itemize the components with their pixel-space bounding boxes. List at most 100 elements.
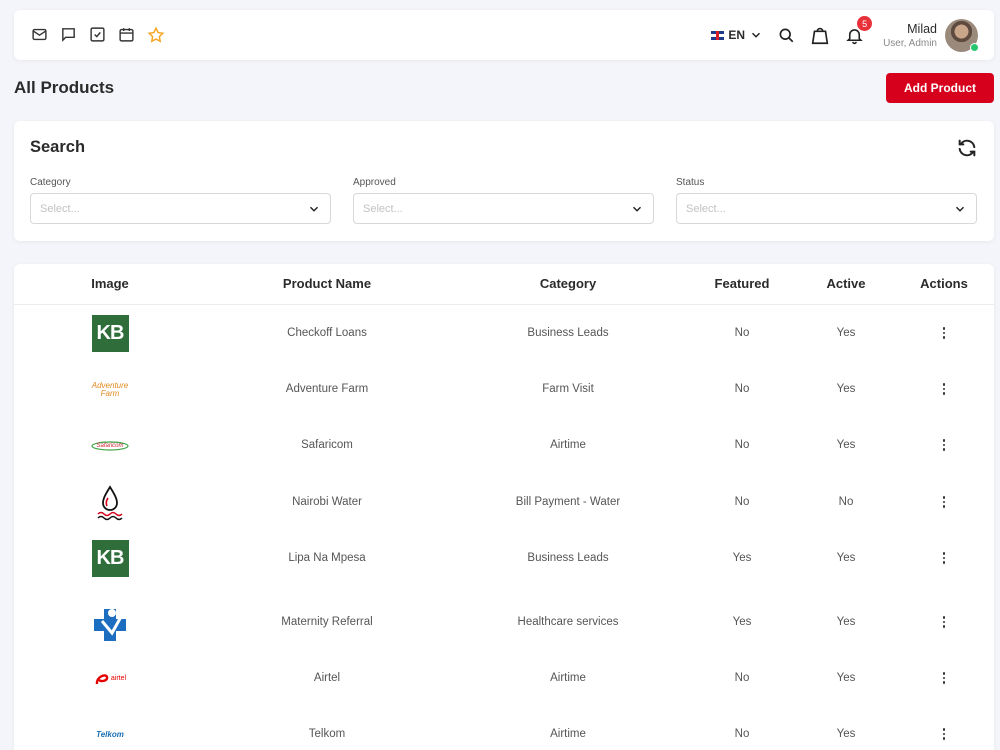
category-filter: Category Select... — [30, 177, 331, 224]
product-featured: No — [734, 439, 750, 451]
airtel-logo: airtel — [90, 660, 130, 697]
medical-cross-icon — [94, 608, 126, 641]
product-category: Airtime — [550, 672, 586, 684]
water-drop-icon — [97, 484, 123, 520]
bookmark-shortcuts — [30, 25, 165, 44]
more-vertical-icon[interactable] — [936, 666, 952, 690]
user-role: User, Admin — [883, 37, 937, 49]
kb-logo-text: KB — [91, 315, 129, 352]
approved-select[interactable]: Select... — [353, 193, 654, 224]
page-title: All Products — [14, 78, 115, 97]
more-vertical-icon[interactable] — [936, 433, 952, 457]
header-actions: Actions — [920, 276, 968, 291]
table-row[interactable]: KB Lipa Na Mpesa Business Leads Yes Yes — [14, 530, 994, 586]
online-status-dot — [970, 42, 979, 52]
star-icon[interactable] — [146, 25, 165, 44]
table-row[interactable]: Telkom Telkom Airtime No Yes — [14, 706, 994, 750]
product-featured: No — [734, 728, 750, 740]
table-row[interactable]: Adventure Farm Adventure Farm Farm Visit… — [14, 361, 994, 417]
approved-filter: Approved Select... — [353, 177, 654, 224]
product-active: Yes — [836, 383, 856, 395]
category-filter-label: Category — [30, 177, 71, 188]
more-vertical-icon[interactable] — [936, 546, 952, 570]
mail-icon[interactable] — [30, 25, 49, 44]
notification-bell-icon[interactable]: 5 — [843, 16, 873, 46]
language-label: EN — [728, 28, 746, 42]
medical-cross-logo — [90, 604, 130, 641]
notification-badge: 5 — [857, 16, 873, 31]
adventure-farm-logo: Adventure Farm — [90, 371, 130, 408]
calendar-icon[interactable] — [117, 25, 136, 44]
product-name: Lipa Na Mpesa — [288, 552, 366, 564]
telkom-logo: Telkom — [90, 716, 130, 750]
product-name: Adventure Farm — [285, 383, 369, 395]
table-row[interactable]: Maternity Referral Healthcare services Y… — [14, 594, 994, 650]
approved-filter-label: Approved — [353, 177, 396, 188]
safaricom-logo: Safaricom — [90, 427, 130, 464]
table-row[interactable]: Safaricom Safaricom Airtime No Yes — [14, 417, 994, 473]
status-filter-label: Status — [676, 177, 705, 188]
water-drop-logo — [90, 484, 130, 521]
search-icon[interactable] — [775, 24, 797, 46]
header-image: Image — [91, 276, 129, 291]
table-row[interactable]: KB Checkoff Loans Business Leads No Yes — [14, 305, 994, 361]
chevron-down-icon — [632, 206, 642, 212]
chevron-down-icon — [309, 206, 319, 212]
product-category: Healthcare services — [517, 616, 619, 628]
safaricom-logo-text: Safaricom — [96, 442, 124, 449]
product-category: Business Leads — [527, 327, 609, 339]
product-featured: No — [734, 672, 750, 684]
product-active: Yes — [836, 616, 856, 628]
header-featured[interactable]: Featured — [715, 276, 770, 291]
header-category[interactable]: Category — [540, 276, 596, 291]
product-category: Bill Payment - Water — [515, 496, 621, 508]
kb-logo: KB — [90, 540, 130, 577]
product-active: Yes — [836, 728, 856, 740]
shopping-bag-icon[interactable] — [809, 24, 831, 46]
more-vertical-icon[interactable] — [936, 490, 952, 514]
product-active: Yes — [836, 672, 856, 684]
category-select-placeholder: Select... — [40, 202, 80, 215]
status-select[interactable]: Select... — [676, 193, 977, 224]
adventure-farm-logo-text: Adventure Farm — [91, 380, 129, 398]
product-active: Yes — [836, 327, 856, 339]
product-active: Yes — [836, 552, 856, 564]
header-product-name[interactable]: Product Name — [283, 276, 371, 291]
header-active[interactable]: Active — [826, 276, 865, 291]
more-vertical-icon[interactable] — [936, 610, 952, 634]
chevron-down-icon — [955, 206, 965, 212]
product-active: Yes — [836, 439, 856, 451]
language-selector[interactable]: EN — [711, 28, 763, 42]
product-category: Farm Visit — [542, 383, 594, 395]
user-info[interactable]: Milad User, Admin — [883, 22, 937, 49]
refresh-icon[interactable] — [956, 137, 978, 159]
more-vertical-icon[interactable] — [936, 377, 952, 401]
chevron-down-icon — [752, 32, 761, 38]
more-vertical-icon[interactable] — [936, 321, 952, 345]
product-active: No — [838, 496, 854, 508]
product-name: Maternity Referral — [281, 616, 373, 628]
product-name: Telkom — [308, 728, 346, 740]
table-row[interactable]: Nairobi Water Bill Payment - Water No No — [14, 474, 994, 530]
approved-select-placeholder: Select... — [363, 202, 403, 215]
table-row[interactable]: airtel Airtel Airtime No Yes — [14, 650, 994, 706]
table-header: Image Product Name Category Featured Act… — [14, 264, 994, 305]
avatar[interactable] — [945, 18, 979, 52]
chat-icon[interactable] — [59, 25, 78, 44]
airtel-logo-text: airtel — [110, 674, 127, 682]
status-select-placeholder: Select... — [686, 202, 726, 215]
product-category: Airtime — [550, 728, 586, 740]
product-category: Business Leads — [527, 552, 609, 564]
search-title: Search — [30, 138, 86, 156]
kb-logo-text: KB — [91, 540, 129, 577]
product-name: Airtel — [313, 672, 341, 684]
user-name: Milad — [907, 21, 937, 36]
add-product-button[interactable]: Add Product — [886, 73, 994, 103]
category-select[interactable]: Select... — [30, 193, 331, 224]
search-card: Search Category Select... Approved Selec… — [14, 121, 994, 241]
airtel-swirl-icon — [95, 673, 109, 684]
product-category: Airtime — [550, 439, 586, 451]
todo-checkbox-icon[interactable] — [88, 25, 107, 44]
product-name: Nairobi Water — [292, 496, 362, 508]
more-vertical-icon[interactable] — [936, 722, 952, 746]
